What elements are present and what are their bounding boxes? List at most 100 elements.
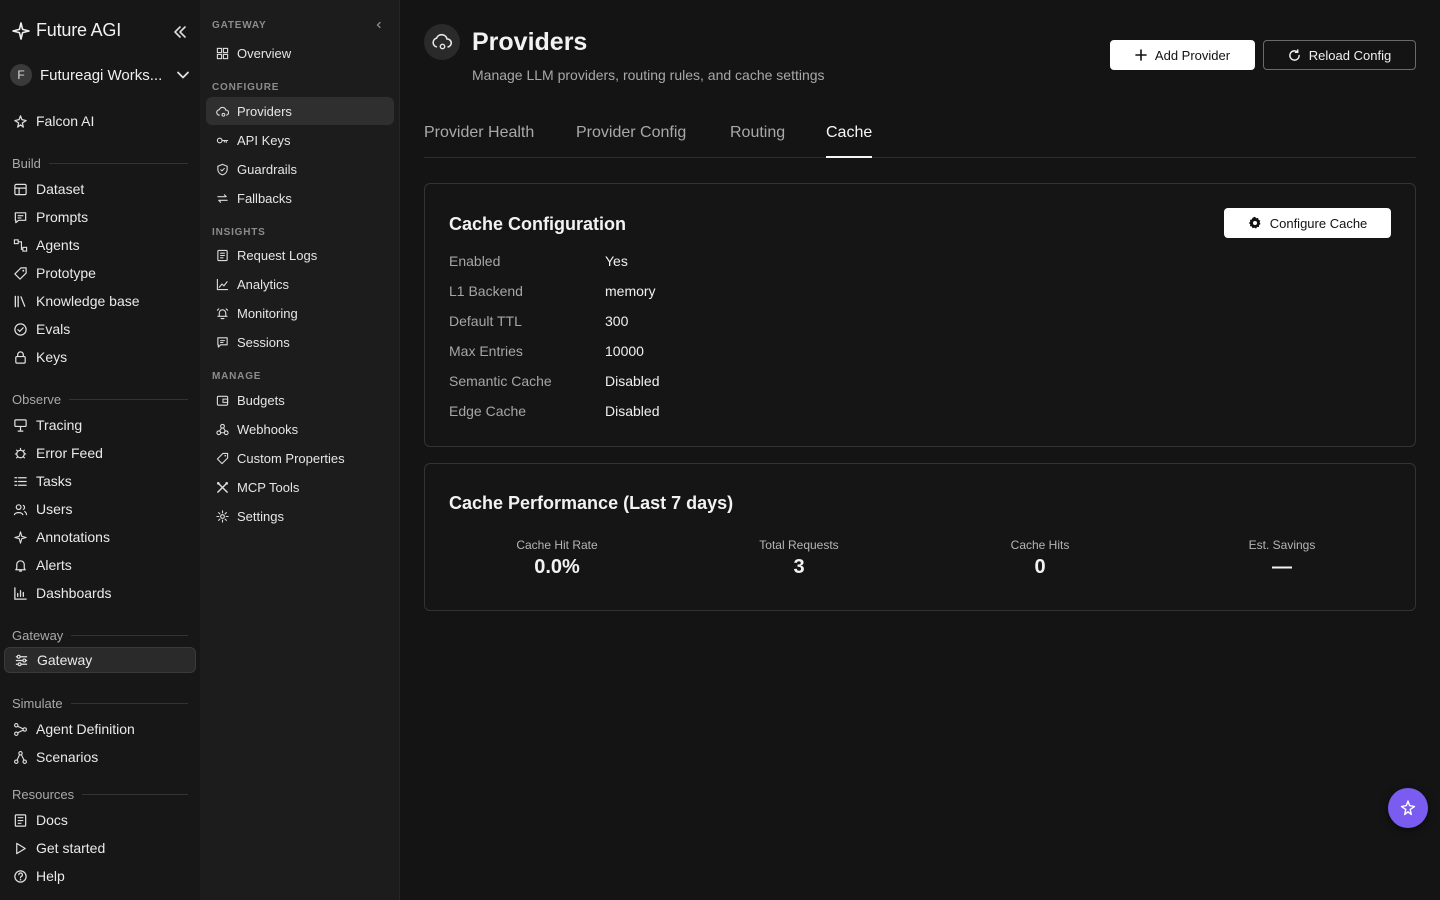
shield-icon <box>216 163 229 176</box>
subnav-item-budgets[interactable]: Budgets <box>206 386 394 414</box>
stat-value: 3 <box>793 556 805 578</box>
tab-routing[interactable]: Routing <box>730 124 785 156</box>
sidebar-item-agents[interactable]: Agents <box>4 232 196 258</box>
subnav-item-label: Overview <box>237 45 292 61</box>
webhook-icon <box>216 423 229 436</box>
sidebar-item-dashboards[interactable]: Dashboards <box>4 580 196 606</box>
stat-cache-hit-rate: Cache Hit Rate 0.0% <box>437 538 677 579</box>
sidebar-item-label: Scenarios <box>36 749 99 765</box>
play-icon <box>13 841 28 856</box>
tab-provider-config[interactable]: Provider Config <box>576 124 686 156</box>
cache-performance-card: Cache Performance (Last 7 days) Cache Hi… <box>424 463 1416 611</box>
section-label: Build <box>12 156 41 171</box>
sidebar-item-tracing[interactable]: Tracing <box>4 412 196 438</box>
sidebar-item-users[interactable]: Users <box>4 496 196 522</box>
falcon-assistant-button[interactable] <box>1388 788 1428 828</box>
config-key: Default TTL <box>449 313 522 329</box>
page-title: Providers <box>472 28 588 56</box>
sidebar-item-label: Dataset <box>36 181 85 197</box>
sidebar-item-label: Annotations <box>36 529 110 545</box>
sidebar-item-falcon-ai[interactable]: Falcon AI <box>4 108 196 134</box>
brand-name: Future AGI <box>36 20 122 40</box>
card-title: Cache Performance (Last 7 days) <box>449 493 734 513</box>
sidebar-item-agent-definition[interactable]: Agent Definition <box>4 716 196 742</box>
subnav-item-api-keys[interactable]: API Keys <box>206 126 394 154</box>
grid-icon <box>216 47 229 60</box>
subnav-item-mcp-tools[interactable]: MCP Tools <box>206 473 394 501</box>
sidebar-item-error-feed[interactable]: Error Feed <box>4 440 196 466</box>
sidebar-item-label: Error Feed <box>36 445 103 461</box>
sidebar-item-alerts[interactable]: Alerts <box>4 552 196 578</box>
tree-icon <box>13 750 28 765</box>
subnav-item-settings[interactable]: Settings <box>206 502 394 530</box>
stat-est-savings: Est. Savings — <box>1162 538 1402 579</box>
sidebar-item-knowledge-base[interactable]: Knowledge base <box>4 288 196 314</box>
subnav-item-custom-properties[interactable]: Custom Properties <box>206 444 394 472</box>
sidebar-item-dataset[interactable]: Dataset <box>4 176 196 202</box>
tab-provider-health[interactable]: Provider Health <box>424 124 534 156</box>
config-key: Edge Cache <box>449 403 527 419</box>
config-row-default-ttl: Default TTL 300 <box>449 313 628 329</box>
config-value: Yes <box>605 253 628 269</box>
sidebar-item-label: Agent Definition <box>36 721 135 737</box>
sidebar-item-tasks[interactable]: Tasks <box>4 468 196 494</box>
users-icon <box>13 502 28 517</box>
subnav-item-providers[interactable]: Providers <box>206 97 394 125</box>
subnav-item-label: Monitoring <box>237 305 298 321</box>
sidebar-item-gateway[interactable]: Gateway <box>4 647 196 673</box>
cloud-settings-icon <box>424 24 460 60</box>
alarm-icon <box>216 307 229 320</box>
config-value: Disabled <box>605 403 660 419</box>
bell-icon <box>13 558 28 573</box>
section-label: Observe <box>12 392 62 407</box>
main-content: Providers Manage LLM providers, routing … <box>400 0 1440 900</box>
sidebar-item-annotations[interactable]: Annotations <box>4 524 196 550</box>
section-gateway: Gateway <box>12 628 188 643</box>
sidebar-item-label: Knowledge base <box>36 293 140 309</box>
config-row-l1-backend: L1 Backend memory <box>449 283 656 299</box>
subnav-item-request-logs[interactable]: Request Logs <box>206 241 394 269</box>
configure-cache-button[interactable]: Configure Cache <box>1224 208 1391 238</box>
sidebar-item-label: Tracing <box>36 417 83 433</box>
subnav-item-label: MCP Tools <box>237 479 300 495</box>
sidebar-item-docs[interactable]: Docs <box>4 807 196 833</box>
sidebar-item-help[interactable]: Help <box>4 863 196 889</box>
brand[interactable]: Future AGI <box>12 20 121 41</box>
config-value: memory <box>605 283 656 299</box>
subnav-item-fallbacks[interactable]: Fallbacks <box>206 184 394 212</box>
sidebar-item-prototype[interactable]: Prototype <box>4 260 196 286</box>
lock-icon <box>13 350 28 365</box>
sidebar-item-label: Falcon AI <box>36 113 95 129</box>
section-simulate: Simulate <box>12 696 188 711</box>
subnav-item-analytics[interactable]: Analytics <box>206 270 394 298</box>
subnav-item-webhooks[interactable]: Webhooks <box>206 415 394 443</box>
section-label: Gateway <box>12 628 64 643</box>
subnav-item-sessions[interactable]: Sessions <box>206 328 394 356</box>
add-provider-button[interactable]: Add Provider <box>1110 40 1255 70</box>
subnav-item-monitoring[interactable]: Monitoring <box>206 299 394 327</box>
config-key: L1 Backend <box>449 283 523 299</box>
bar-chart-icon <box>13 586 28 601</box>
subnav-item-overview[interactable]: Overview <box>206 39 394 67</box>
workspace-switcher[interactable]: F Futureagi Works... <box>10 62 190 88</box>
sidebar-item-prompts[interactable]: Prompts <box>4 204 196 230</box>
provider-tabs: Provider Health Provider Config Routing … <box>424 118 1416 158</box>
section-resources: Resources <box>12 787 188 802</box>
collapse-sidebar-icon[interactable] <box>172 24 188 40</box>
subnav-item-label: Request Logs <box>237 247 318 263</box>
subnav-item-guardrails[interactable]: Guardrails <box>206 155 394 183</box>
sidebar-item-get-started[interactable]: Get started <box>4 835 196 861</box>
gear-icon <box>216 509 229 523</box>
subnav-item-label: Settings <box>237 508 284 524</box>
sidebar-item-label: Docs <box>36 812 68 828</box>
chevron-left-icon[interactable] <box>374 20 384 30</box>
tab-cache[interactable]: Cache <box>826 124 873 158</box>
document-icon <box>216 249 229 262</box>
reload-config-button[interactable]: Reload Config <box>1263 40 1416 70</box>
config-key: Max Entries <box>449 343 523 359</box>
sidebar-item-evals[interactable]: Evals <box>4 316 196 342</box>
sidebar-item-scenarios[interactable]: Scenarios <box>4 744 196 770</box>
sidebar-item-keys[interactable]: Keys <box>4 344 196 370</box>
configure-cache-label: Configure Cache <box>1269 215 1368 231</box>
subnav-heading-gateway: GATEWAY <box>212 20 267 31</box>
